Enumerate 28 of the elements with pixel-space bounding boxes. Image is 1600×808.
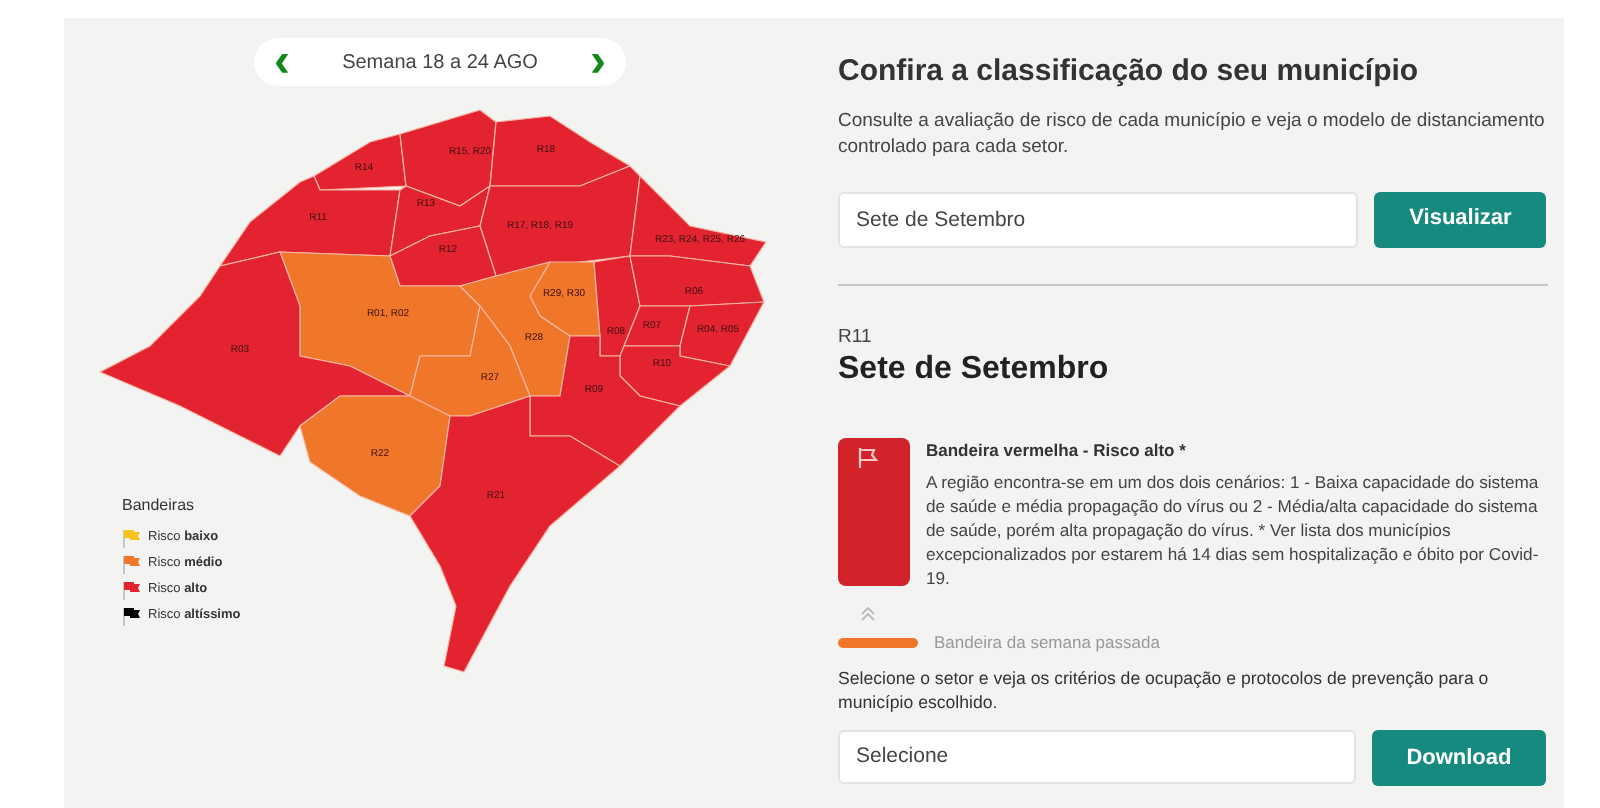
map-region[interactable]	[389, 184, 491, 258]
chevron-up-icon	[860, 606, 876, 623]
week-label: Semana 18 a 24 AGO	[342, 49, 538, 77]
map-region[interactable]	[313, 133, 407, 191]
flag-description: A região encontra-se em um dos dois cenários: 1 - Baixa capacidade do sistema de saúde e média propagação do vírus ou 2 - Média/alta capacidade do sistema de saúde, porém alta propagação do vírus. * Ver lista dos municípios excepcionalizados por estarem há 14 dias sem hospitalização e óbito por Covid-19.	[926, 470, 1541, 591]
sector-instructions: Selecione o setor e veja os critérios de ocupação e protocolos de prevenção para o município escolhido.	[838, 666, 1491, 714]
next-week-button[interactable]: ›	[590, 42, 606, 82]
map-region[interactable]	[529, 261, 601, 337]
region-code: R11	[838, 325, 874, 349]
map-region[interactable]	[629, 174, 767, 267]
map-region[interactable]	[529, 335, 682, 467]
map-region[interactable]	[399, 109, 497, 207]
previous-week-button[interactable]: ‹	[274, 42, 290, 82]
previous-flag-label: Bandeira da semana passada	[934, 630, 1160, 656]
flag-icon	[856, 445, 880, 469]
municipality-field[interactable]: Sete de Setembro	[838, 191, 1359, 247]
intro-text: Consulte a avaliação de risco de cada município e veja o modelo de distanciamento controlado para cada setor.	[838, 107, 1546, 159]
legend-title: Bandeiras	[122, 494, 197, 518]
map-region[interactable]	[299, 395, 451, 517]
section-title: Confira a classificação do seu município	[838, 52, 1421, 92]
municipality-name: Sete de Setembro	[838, 349, 1111, 389]
map-region[interactable]	[489, 115, 632, 187]
flag-title: Bandeira vermelha - Risco alto *	[926, 437, 1188, 463]
visualize-button[interactable]: Visualizar	[1374, 191, 1546, 247]
download-button[interactable]: Download	[1371, 730, 1546, 786]
map-region[interactable]	[98, 251, 411, 457]
map-region[interactable]	[409, 395, 622, 673]
sector-select[interactable]: Selecione	[838, 730, 1356, 784]
